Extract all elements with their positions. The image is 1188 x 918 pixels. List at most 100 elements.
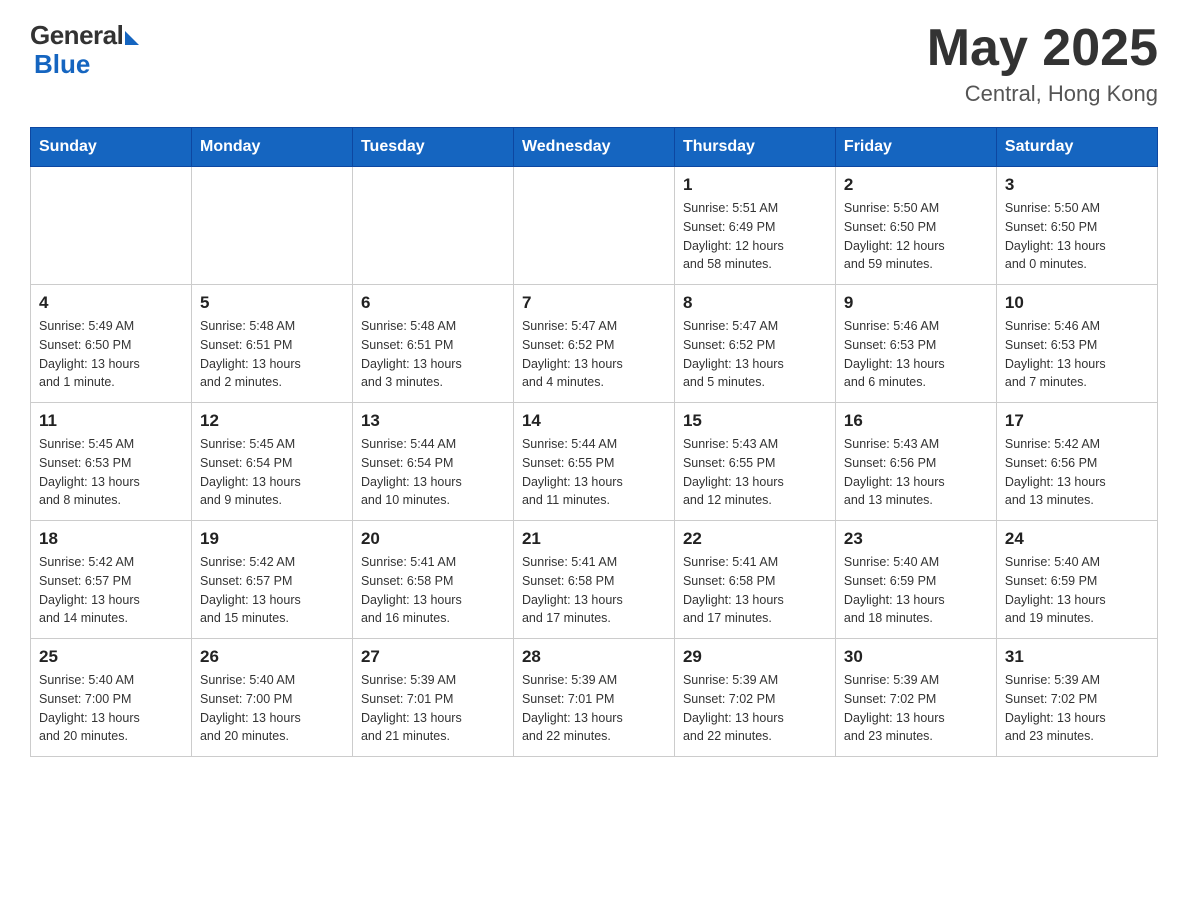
day-info: Sunrise: 5:41 AM Sunset: 6:58 PM Dayligh… (683, 553, 827, 628)
day-number: 9 (844, 293, 988, 313)
day-info: Sunrise: 5:39 AM Sunset: 7:02 PM Dayligh… (1005, 671, 1149, 746)
day-number: 23 (844, 529, 988, 549)
calendar-cell: 12Sunrise: 5:45 AM Sunset: 6:54 PM Dayli… (191, 403, 352, 521)
column-header-thursday: Thursday (674, 128, 835, 167)
day-info: Sunrise: 5:41 AM Sunset: 6:58 PM Dayligh… (361, 553, 505, 628)
day-number: 4 (39, 293, 183, 313)
day-number: 8 (683, 293, 827, 313)
logo-general-text: General (30, 20, 123, 51)
calendar-cell: 14Sunrise: 5:44 AM Sunset: 6:55 PM Dayli… (513, 403, 674, 521)
day-info: Sunrise: 5:46 AM Sunset: 6:53 PM Dayligh… (1005, 317, 1149, 392)
day-number: 5 (200, 293, 344, 313)
calendar-cell: 26Sunrise: 5:40 AM Sunset: 7:00 PM Dayli… (191, 639, 352, 757)
day-info: Sunrise: 5:40 AM Sunset: 6:59 PM Dayligh… (1005, 553, 1149, 628)
day-number: 1 (683, 175, 827, 195)
day-info: Sunrise: 5:50 AM Sunset: 6:50 PM Dayligh… (1005, 199, 1149, 274)
day-info: Sunrise: 5:42 AM Sunset: 6:57 PM Dayligh… (200, 553, 344, 628)
calendar-cell: 15 Sunrise: 5:43 AM Sunset: 6:55 PM Dayli… (674, 403, 835, 521)
calendar-cell: 22 Sunrise: 5:41 AM Sunset: 6:58 PM Dayli… (674, 521, 835, 639)
calendar-cell: 17 Sunrise: 5:42 AM Sunset: 6:56 PM Dayli… (996, 403, 1157, 521)
day-info: Sunrise: 5:50 AM Sunset: 6:50 PM Dayligh… (844, 199, 988, 274)
calendar-cell: 20 Sunrise: 5:41 AM Sunset: 6:58 PM Dayli… (352, 521, 513, 639)
day-info: Sunrise: 5:39 AM Sunset: 7:01 PM Dayligh… (361, 671, 505, 746)
calendar-cell (352, 167, 513, 285)
calendar-cell: 24 Sunrise: 5:40 AM Sunset: 6:59 PM Dayli… (996, 521, 1157, 639)
calendar-week-row: 4 Sunrise: 5:49 AM Sunset: 6:50 PM Daylig… (31, 285, 1158, 403)
calendar-table: SundayMondayTuesdayWednesdayThursdayFrid… (30, 127, 1158, 757)
calendar-cell: 28 Sunrise: 5:39 AM Sunset: 7:01 PM Dayli… (513, 639, 674, 757)
logo: General Blue (30, 20, 139, 80)
calendar-cell (31, 167, 192, 285)
calendar-cell: 4 Sunrise: 5:49 AM Sunset: 6:50 PM Daylig… (31, 285, 192, 403)
day-info: Sunrise: 5:48 AM Sunset: 6:51 PM Dayligh… (361, 317, 505, 392)
day-number: 20 (361, 529, 505, 549)
day-number: 27 (361, 647, 505, 667)
day-number: 18 (39, 529, 183, 549)
calendar-cell: 1 Sunrise: 5:51 AM Sunset: 6:49 PM Daylig… (674, 167, 835, 285)
day-number: 3 (1005, 175, 1149, 195)
day-number: 15 (683, 411, 827, 431)
day-info: Sunrise: 5:40 AM Sunset: 6:59 PM Dayligh… (844, 553, 988, 628)
calendar-cell: 8Sunrise: 5:47 AM Sunset: 6:52 PM Daylig… (674, 285, 835, 403)
day-number: 26 (200, 647, 344, 667)
day-info: Sunrise: 5:39 AM Sunset: 7:02 PM Dayligh… (844, 671, 988, 746)
day-number: 2 (844, 175, 988, 195)
column-header-tuesday: Tuesday (352, 128, 513, 167)
calendar-cell: 30 Sunrise: 5:39 AM Sunset: 7:02 PM Dayli… (835, 639, 996, 757)
day-number: 24 (1005, 529, 1149, 549)
location-subtitle: Central, Hong Kong (927, 81, 1158, 107)
day-info: Sunrise: 5:47 AM Sunset: 6:52 PM Dayligh… (522, 317, 666, 392)
calendar-cell: 11 Sunrise: 5:45 AM Sunset: 6:53 PM Dayli… (31, 403, 192, 521)
day-number: 19 (200, 529, 344, 549)
day-number: 14 (522, 411, 666, 431)
day-number: 7 (522, 293, 666, 313)
calendar-cell: 10 Sunrise: 5:46 AM Sunset: 6:53 PM Dayli… (996, 285, 1157, 403)
day-info: Sunrise: 5:39 AM Sunset: 7:01 PM Dayligh… (522, 671, 666, 746)
calendar-week-row: 25 Sunrise: 5:40 AM Sunset: 7:00 PM Dayli… (31, 639, 1158, 757)
day-number: 25 (39, 647, 183, 667)
day-info: Sunrise: 5:44 AM Sunset: 6:54 PM Dayligh… (361, 435, 505, 510)
day-info: Sunrise: 5:43 AM Sunset: 6:55 PM Dayligh… (683, 435, 827, 510)
month-year-title: May 2025 (927, 20, 1158, 77)
day-info: Sunrise: 5:45 AM Sunset: 6:53 PM Dayligh… (39, 435, 183, 510)
day-info: Sunrise: 5:39 AM Sunset: 7:02 PM Dayligh… (683, 671, 827, 746)
day-info: Sunrise: 5:42 AM Sunset: 6:57 PM Dayligh… (39, 553, 183, 628)
calendar-cell: 5 Sunrise: 5:48 AM Sunset: 6:51 PM Daylig… (191, 285, 352, 403)
calendar-cell: 21Sunrise: 5:41 AM Sunset: 6:58 PM Dayli… (513, 521, 674, 639)
day-info: Sunrise: 5:45 AM Sunset: 6:54 PM Dayligh… (200, 435, 344, 510)
calendar-cell: 9Sunrise: 5:46 AM Sunset: 6:53 PM Daylig… (835, 285, 996, 403)
column-header-monday: Monday (191, 128, 352, 167)
day-number: 10 (1005, 293, 1149, 313)
day-info: Sunrise: 5:51 AM Sunset: 6:49 PM Dayligh… (683, 199, 827, 274)
calendar-week-row: 1 Sunrise: 5:51 AM Sunset: 6:49 PM Daylig… (31, 167, 1158, 285)
day-number: 17 (1005, 411, 1149, 431)
calendar-cell: 6Sunrise: 5:48 AM Sunset: 6:51 PM Daylig… (352, 285, 513, 403)
day-info: Sunrise: 5:49 AM Sunset: 6:50 PM Dayligh… (39, 317, 183, 392)
calendar-cell: 29 Sunrise: 5:39 AM Sunset: 7:02 PM Dayli… (674, 639, 835, 757)
calendar-cell: 25 Sunrise: 5:40 AM Sunset: 7:00 PM Dayli… (31, 639, 192, 757)
calendar-cell: 18 Sunrise: 5:42 AM Sunset: 6:57 PM Dayli… (31, 521, 192, 639)
logo-blue-text: Blue (34, 49, 90, 79)
calendar-week-row: 11 Sunrise: 5:45 AM Sunset: 6:53 PM Dayli… (31, 403, 1158, 521)
day-info: Sunrise: 5:48 AM Sunset: 6:51 PM Dayligh… (200, 317, 344, 392)
calendar-week-row: 18 Sunrise: 5:42 AM Sunset: 6:57 PM Dayli… (31, 521, 1158, 639)
day-number: 11 (39, 411, 183, 431)
calendar-cell: 3 Sunrise: 5:50 AM Sunset: 6:50 PM Daylig… (996, 167, 1157, 285)
day-number: 28 (522, 647, 666, 667)
day-number: 29 (683, 647, 827, 667)
day-number: 21 (522, 529, 666, 549)
day-number: 13 (361, 411, 505, 431)
day-info: Sunrise: 5:42 AM Sunset: 6:56 PM Dayligh… (1005, 435, 1149, 510)
day-info: Sunrise: 5:43 AM Sunset: 6:56 PM Dayligh… (844, 435, 988, 510)
day-number: 16 (844, 411, 988, 431)
column-header-friday: Friday (835, 128, 996, 167)
calendar-cell: 27 Sunrise: 5:39 AM Sunset: 7:01 PM Dayli… (352, 639, 513, 757)
day-number: 30 (844, 647, 988, 667)
calendar-cell: 7 Sunrise: 5:47 AM Sunset: 6:52 PM Daylig… (513, 285, 674, 403)
logo-arrow-icon (125, 31, 139, 45)
calendar-cell: 23 Sunrise: 5:40 AM Sunset: 6:59 PM Dayli… (835, 521, 996, 639)
calendar-cell: 13 Sunrise: 5:44 AM Sunset: 6:54 PM Dayli… (352, 403, 513, 521)
day-number: 22 (683, 529, 827, 549)
page-header: General Blue May 2025 Central, Hong Kong (30, 20, 1158, 107)
day-info: Sunrise: 5:40 AM Sunset: 7:00 PM Dayligh… (39, 671, 183, 746)
